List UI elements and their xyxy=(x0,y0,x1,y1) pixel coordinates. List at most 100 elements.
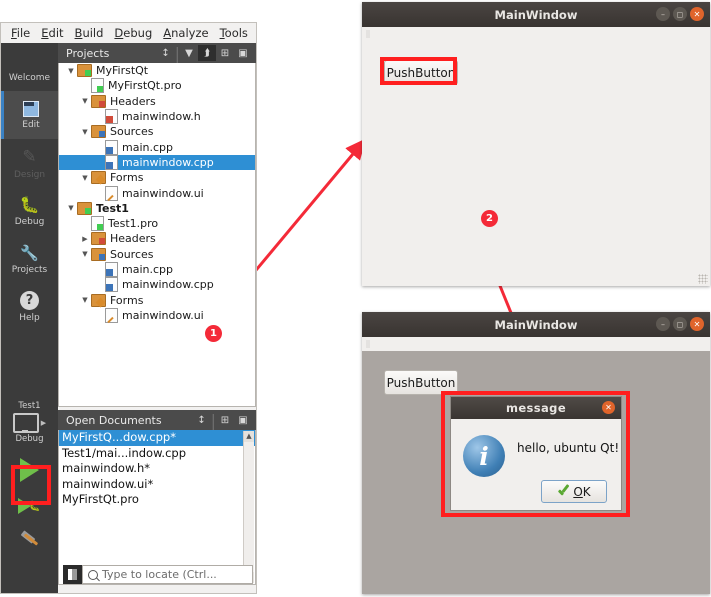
sidebar-item-help[interactable]: ? Help xyxy=(1,283,58,331)
tree-item[interactable]: ▼ Headers xyxy=(59,94,255,109)
open-documents-header: Open Documents ↕ | ⊞ ▣ xyxy=(58,410,256,430)
tree-item[interactable]: mainwindow.cpp xyxy=(59,277,255,293)
tree-item-label: Forms xyxy=(110,293,144,307)
chevron-down-icon[interactable]: ▼ xyxy=(79,250,91,258)
resize-grip[interactable] xyxy=(698,274,708,284)
sync-updown-icon[interactable]: ↕ xyxy=(193,412,211,428)
menu-analyze[interactable]: Analyze xyxy=(163,26,208,40)
chevron-down-icon[interactable]: ▼ xyxy=(79,128,91,136)
monitor-icon[interactable] xyxy=(12,413,39,433)
bug-icon: 🐛 xyxy=(19,195,40,214)
sidebar-item-design[interactable]: ✎ Design xyxy=(1,139,58,187)
message-dialog-highlight xyxy=(441,391,630,517)
tree-item-label: main.cpp xyxy=(122,263,173,276)
project-tree[interactable]: ▼ MyFirstQt MyFirstQt.pro ▼ Headers mainwindo… xyxy=(58,63,256,407)
hammer-icon xyxy=(19,530,41,552)
sidebar-item-label: Help xyxy=(19,313,40,323)
open-document-item[interactable]: mainwindow.h* xyxy=(59,461,255,477)
window-buttons: – ◻ ✕ xyxy=(656,317,704,331)
close-button[interactable]: ✕ xyxy=(690,317,704,331)
open-document-item[interactable]: MyFirstQt.pro xyxy=(59,492,255,508)
sync-updown-icon[interactable]: ↕ xyxy=(157,45,175,61)
locator-input[interactable]: Type to locate (Ctrl... xyxy=(82,565,253,584)
tree-item[interactable]: mainwindow.ui xyxy=(59,185,255,201)
window-title: MainWindow xyxy=(494,7,578,22)
tree-item[interactable]: ▼ Test1 xyxy=(59,201,255,216)
sidebar-item-edit[interactable]: Edit xyxy=(1,91,58,139)
tree-item[interactable]: ▼ MyFirstQt xyxy=(59,63,255,78)
app-window-1: MainWindow – ◻ ✕ PushButton xyxy=(362,2,710,286)
build-button[interactable] xyxy=(13,525,47,559)
menu-tools[interactable]: Tools xyxy=(220,26,248,40)
qt-project-folder-icon xyxy=(77,201,92,215)
maximize-button[interactable]: ◻ xyxy=(673,317,687,331)
split-icon[interactable]: ⊞ xyxy=(216,45,234,61)
pro-file-icon xyxy=(91,78,104,94)
tree-item[interactable]: mainwindow.h xyxy=(59,109,255,125)
chevron-down-icon[interactable]: ▼ xyxy=(79,97,91,105)
sidebar-item-label: Design xyxy=(13,169,46,180)
tree-item-label: mainwindow.cpp xyxy=(122,278,214,292)
minimize-button[interactable]: – xyxy=(656,317,670,331)
kit-chevron-icon: ▶ xyxy=(40,419,47,427)
wrench-icon: 🔧 xyxy=(20,243,39,262)
tree-item[interactable]: main.cpp xyxy=(59,139,255,155)
sidebar-item-projects[interactable]: 🔧 Projects xyxy=(1,235,58,283)
tree-item[interactable]: ▶ Headers xyxy=(59,231,255,246)
menu-edit[interactable]: Edit xyxy=(41,26,63,40)
forms-folder-icon xyxy=(91,171,106,185)
window-title: MainWindow xyxy=(494,317,578,332)
tree-item[interactable]: MyFirstQt.pro xyxy=(59,78,255,94)
chevron-down-icon[interactable]: ▼ xyxy=(79,174,91,182)
cpp-file-icon xyxy=(105,262,118,277)
maximize-button[interactable]: ◻ xyxy=(673,7,687,21)
minimize-button[interactable]: – xyxy=(656,7,670,21)
toggle-sidebar-icon[interactable] xyxy=(63,565,82,584)
open-documents-list[interactable]: MyFirstQ...dow.cpp* Test1/mai...indow.cpp… xyxy=(58,430,256,585)
tree-item[interactable]: ▼ Forms xyxy=(59,170,255,185)
annotation-marker-1: 1 xyxy=(205,325,222,342)
tree-item[interactable]: mainwindow.ui xyxy=(59,307,255,323)
tree-item[interactable]: Test1.pro xyxy=(59,216,255,232)
sidebar-item-debug[interactable]: 🐛 Debug xyxy=(1,187,58,235)
link-icon[interactable]: ⮭ xyxy=(198,45,216,61)
sidebar-item-label: Projects xyxy=(11,264,48,275)
tree-item-label: Headers xyxy=(110,232,156,246)
sources-folder-icon xyxy=(91,125,106,139)
menu-file[interactable]: File xyxy=(11,26,30,40)
close-panel-icon[interactable]: ▣ xyxy=(234,45,252,61)
chevron-down-icon[interactable]: ▼ xyxy=(65,204,77,212)
filter-icon[interactable]: ▼ xyxy=(180,45,198,61)
pro-file-icon xyxy=(91,216,104,232)
cpp-file-icon xyxy=(105,139,118,155)
locator-bar: Type to locate (Ctrl... xyxy=(63,565,253,584)
sidebar-item-label: Debug xyxy=(14,217,45,227)
h-file-icon xyxy=(105,109,118,125)
open-documents-scrollbar[interactable]: ▲ ▼ xyxy=(243,431,254,583)
close-button[interactable]: ✕ xyxy=(690,7,704,21)
menu-build[interactable]: Build xyxy=(75,26,104,40)
split-icon[interactable]: ⊞ xyxy=(216,412,234,428)
sidebar-item-welcome[interactable]: Welcome xyxy=(1,43,58,91)
headers-folder-icon xyxy=(91,232,106,246)
tree-item[interactable]: ▼ Sources xyxy=(59,247,255,262)
forms-folder-icon xyxy=(91,293,106,307)
menu-bar: File Edit Build Debug Analyze Tools xyxy=(1,23,256,43)
open-document-item[interactable]: mainwindow.ui* xyxy=(59,477,255,493)
chevron-down-icon[interactable]: ▼ xyxy=(65,67,77,75)
chevron-right-icon[interactable]: ▶ xyxy=(79,235,91,243)
edit-icon xyxy=(23,100,39,117)
open-document-item[interactable]: Test1/mai...indow.cpp xyxy=(59,446,255,462)
search-icon xyxy=(88,569,98,580)
tree-item-label: main.cpp xyxy=(122,140,173,154)
tree-item-label: Test1 xyxy=(96,201,129,215)
chevron-down-icon[interactable]: ▼ xyxy=(79,296,91,304)
tree-item[interactable]: main.cpp xyxy=(59,262,255,277)
scroll-up-icon[interactable]: ▲ xyxy=(244,431,254,442)
open-document-item[interactable]: MyFirstQ...dow.cpp* xyxy=(59,430,255,446)
menu-debug[interactable]: Debug xyxy=(114,26,152,40)
close-panel-icon[interactable]: ▣ xyxy=(234,412,252,428)
tree-item[interactable]: ▼ Sources xyxy=(59,124,255,139)
tree-item[interactable]: mainwindow.cpp xyxy=(59,154,255,171)
tree-item[interactable]: ▼ Forms xyxy=(59,292,255,307)
